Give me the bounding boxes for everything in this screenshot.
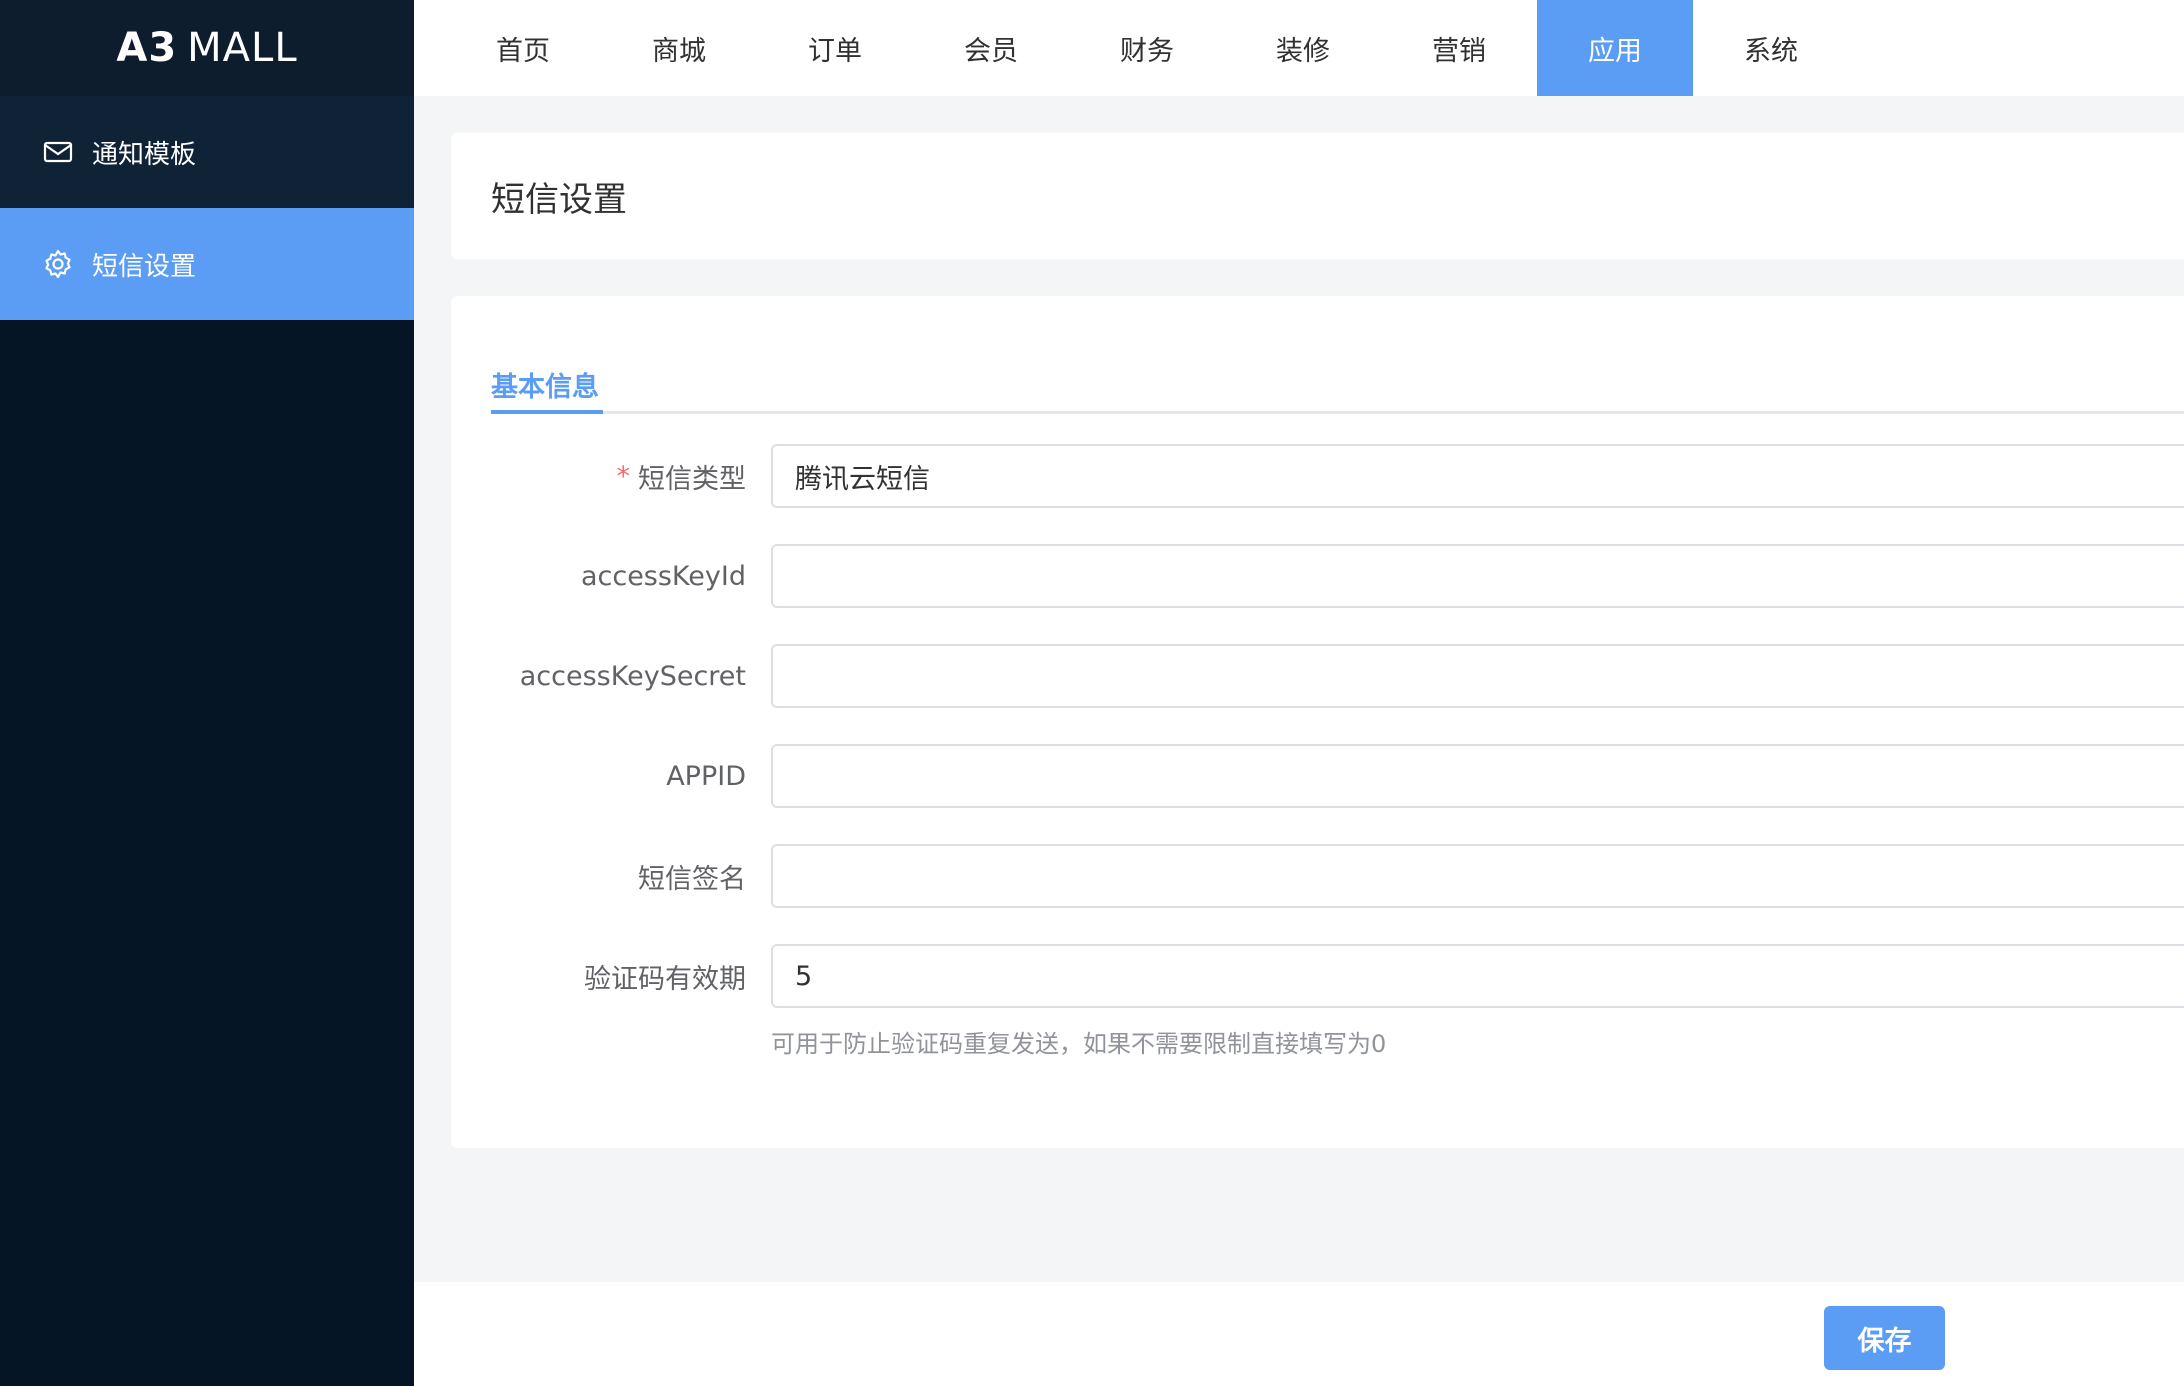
access-key-secret-input[interactable] bbox=[771, 644, 2184, 708]
form-tabs: 基本信息 bbox=[491, 354, 2184, 414]
form-card: 基本信息 * 短信类型 accessKeyId accessKeySecret … bbox=[451, 296, 2184, 1148]
code-validity-input[interactable] bbox=[771, 944, 2184, 1008]
sms-type-label: * 短信类型 bbox=[451, 444, 747, 508]
code-validity-hint: 可用于防止验证码重复发送，如果不需要限制直接填写为0 bbox=[771, 1030, 1387, 1058]
sms-signature-label: 短信签名 bbox=[638, 863, 746, 895]
appid-label: APPID bbox=[666, 760, 746, 792]
code-validity-label: 验证码有效期 bbox=[584, 963, 746, 995]
save-button[interactable]: 保存 bbox=[1824, 1306, 1945, 1370]
nav-tab-apps[interactable]: 应用 bbox=[1537, 0, 1693, 96]
access-key-secret-label: accessKeySecret bbox=[519, 660, 746, 692]
form-row-sms-type: * 短信类型 bbox=[451, 444, 2184, 508]
form-row-access-key-secret: accessKeySecret bbox=[451, 644, 2184, 708]
sidebar-item-notification-template[interactable]: 通知模板 bbox=[0, 96, 414, 208]
logo-light-text: MALL bbox=[187, 25, 298, 71]
tab-basic-info-label: 基本信息 bbox=[491, 371, 599, 403]
required-asterisk: * bbox=[616, 460, 631, 492]
footer-bar: 保存 bbox=[414, 1282, 2184, 1386]
sidebar: A3 MALL 通知模板 短信设置 bbox=[0, 0, 414, 1386]
nav-tab-mall[interactable]: 商城 bbox=[601, 0, 757, 96]
gear-icon bbox=[42, 248, 74, 280]
sidebar-item-label: 通知模板 bbox=[92, 139, 197, 170]
form-row-sms-signature: 短信签名 bbox=[451, 844, 2184, 908]
form-row-appid: APPID bbox=[451, 744, 2184, 808]
nav-tab-system[interactable]: 系统 bbox=[1693, 0, 1849, 96]
tab-basic-info[interactable]: 基本信息 bbox=[491, 354, 599, 414]
access-key-id-input[interactable] bbox=[771, 544, 2184, 608]
nav-tab-decoration[interactable]: 装修 bbox=[1225, 0, 1381, 96]
sidebar-item-sms-settings[interactable]: 短信设置 bbox=[0, 208, 414, 320]
form-row-code-validity: 验证码有效期 bbox=[451, 944, 2184, 1008]
app-logo: A3 MALL bbox=[0, 0, 414, 96]
access-key-id-label: accessKeyId bbox=[580, 560, 746, 592]
top-navigation: 首页 商城 订单 会员 财务 装修 营销 应用 系统 bbox=[414, 0, 2184, 96]
sidebar-item-label: 短信设置 bbox=[92, 251, 197, 282]
page-title: 短信设置 bbox=[491, 179, 627, 220]
sms-signature-input[interactable] bbox=[771, 844, 2184, 908]
nav-tab-marketing[interactable]: 营销 bbox=[1381, 0, 1537, 96]
nav-tab-home[interactable]: 首页 bbox=[445, 0, 601, 96]
mail-icon bbox=[42, 136, 74, 168]
appid-input[interactable] bbox=[771, 744, 2184, 808]
nav-tab-members[interactable]: 会员 bbox=[913, 0, 1069, 96]
title-card: 短信设置 bbox=[451, 133, 2184, 259]
sms-type-label-text: 短信类型 bbox=[638, 463, 746, 495]
nav-tab-finance[interactable]: 财务 bbox=[1069, 0, 1225, 96]
form-row-access-key-id: accessKeyId bbox=[451, 544, 2184, 608]
tab-active-indicator bbox=[491, 410, 603, 414]
logo-bold-text: A3 bbox=[116, 25, 178, 71]
sms-type-input[interactable] bbox=[771, 444, 2184, 508]
nav-tab-orders[interactable]: 订单 bbox=[757, 0, 913, 96]
